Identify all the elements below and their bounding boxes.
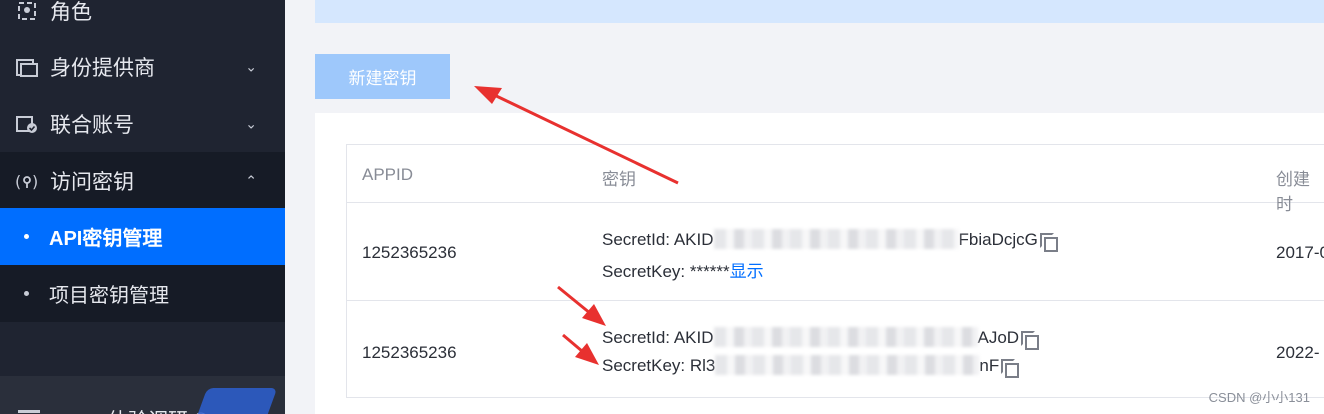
secret-id-line: SecretId: AKID FbiaDcjcG <box>602 229 1058 252</box>
new-key-button[interactable]: 新建密钥 <box>315 54 450 99</box>
sidebar: 角色 身份提供商 ⌄ 联合账号 ⌄ () 访问密钥 ⌃ API密钥管理 项目密钥… <box>0 0 285 414</box>
appid-value: 1252365236 <box>362 343 457 362</box>
chevron-down-icon: ⌄ <box>245 115 257 131</box>
sidebar-item-access-key[interactable]: () 访问密钥 ⌃ <box>0 152 285 209</box>
bullet-icon <box>24 234 29 239</box>
secret-key-prefix: Rl3 <box>689 356 716 375</box>
sidebar-item-federated-account[interactable]: 联合账号 ⌄ <box>0 95 285 152</box>
chevron-down-icon: ⌄ <box>245 58 257 74</box>
table-row: 1252365236 SecretId: AKID AJoD SecretKey:… <box>347 301 1324 399</box>
sidebar-item-identity-provider[interactable]: 身份提供商 ⌄ <box>0 38 285 95</box>
sidebar-item-project-key-management[interactable]: 项目密钥管理 <box>0 265 285 322</box>
secret-id-prefix: AKID <box>673 328 714 347</box>
notice-banner <box>315 0 1324 23</box>
table-header: APPID 密钥 创建时 <box>347 145 1324 214</box>
copy-icon[interactable] <box>1021 331 1040 350</box>
survey-illustration <box>192 388 278 414</box>
column-header-appid: APPID <box>362 165 414 184</box>
redacted-mask <box>715 355 980 375</box>
redacted-mask <box>713 229 959 249</box>
secret-key-label: SecretKey: <box>602 356 690 375</box>
copy-icon[interactable] <box>1039 233 1058 252</box>
secret-id-label: SecretId: <box>602 328 674 347</box>
secret-id-prefix: AKID <box>673 230 714 249</box>
watermark: CSDN @小小131 <box>1208 390 1310 405</box>
svg-text:(: ( <box>15 172 21 191</box>
sidebar-item-role[interactable]: 角色 <box>0 0 285 39</box>
sidebar-item-label: 联合账号 <box>50 113 134 137</box>
table-row: 1252365236 SecretId: AKID FbiaDcjcG Secre… <box>347 203 1324 301</box>
show-secret-key-link[interactable]: 显示 <box>730 262 764 281</box>
secret-key-line: SecretKey: Rl3 nF <box>602 355 1020 378</box>
bullet-icon <box>24 291 29 296</box>
menu-icon <box>18 410 40 413</box>
secret-id-suffix: AJoD <box>977 328 1020 347</box>
sidebar-item-label: 角色 <box>50 0 92 24</box>
api-key-table: APPID 密钥 创建时 1252365236 SecretId: AKID Fb… <box>346 144 1324 398</box>
sidebar-item-label: 项目密钥管理 <box>49 285 169 307</box>
appid-value: 1252365236 <box>362 243 457 262</box>
sidebar-item-label: 访问密钥 <box>50 170 134 194</box>
role-icon <box>14 0 40 24</box>
secret-id-label: SecretId: <box>602 230 674 249</box>
created-time: 2022- <box>1276 343 1320 362</box>
secret-id-suffix: FbiaDcjcG <box>958 230 1038 249</box>
secret-id-line: SecretId: AKID AJoD <box>602 327 1040 350</box>
identity-provider-icon <box>14 54 40 80</box>
chevron-up-icon: ⌃ <box>245 172 257 188</box>
redacted-mask <box>713 327 978 347</box>
sidebar-item-label: 身份提供商 <box>50 56 155 80</box>
svg-text:): ) <box>32 172 38 191</box>
secret-key-masked: ****** <box>689 262 730 281</box>
created-time: 2017-0 <box>1276 243 1324 262</box>
federated-account-icon <box>14 111 40 137</box>
copy-icon[interactable] <box>1001 359 1020 378</box>
access-key-icon: () <box>14 168 40 194</box>
secret-key-suffix: nF <box>979 356 1000 375</box>
survey-banner[interactable]: 体验调研 © <box>0 376 285 414</box>
secret-key-line: SecretKey: ******显示 <box>602 257 764 282</box>
sidebar-item-api-key-management[interactable]: API密钥管理 <box>0 208 285 265</box>
secret-key-label: SecretKey: <box>602 262 690 281</box>
sidebar-item-label: API密钥管理 <box>49 228 163 250</box>
survey-text: 体验调研 © <box>108 404 208 414</box>
column-header-key: 密钥 <box>602 170 636 189</box>
